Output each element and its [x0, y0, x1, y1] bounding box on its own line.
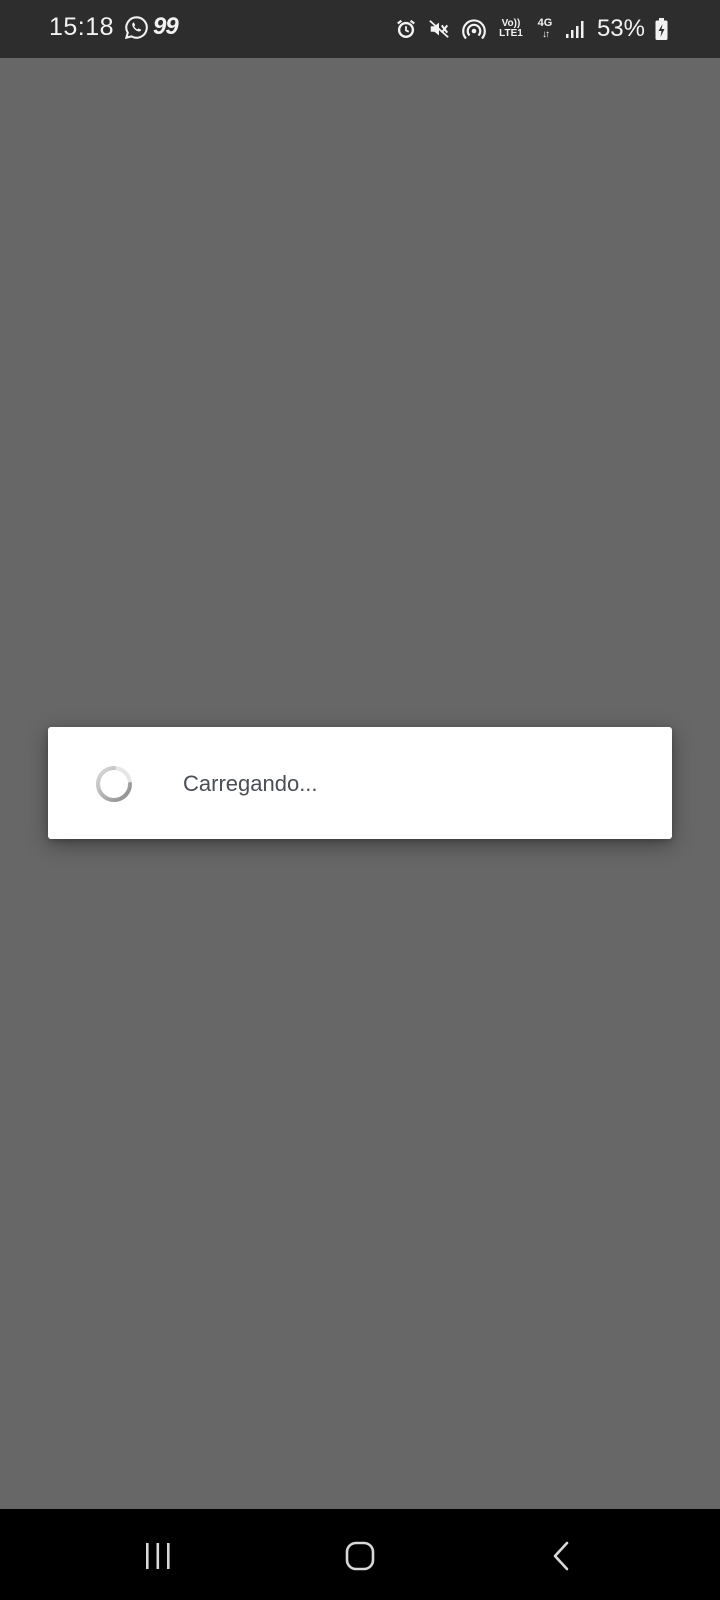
loading-spinner-icon: [96, 766, 132, 802]
mute-icon: [429, 20, 449, 38]
network-type-label: 4G: [537, 17, 553, 29]
alarm-icon: [397, 19, 415, 38]
battery-charging-icon: [655, 18, 668, 40]
signal-icon: [565, 21, 584, 38]
lte-label: LTE1: [499, 28, 523, 39]
whatsapp-icon: [124, 16, 148, 40]
data-activity-icon: ↓↑: [541, 29, 550, 40]
back-icon: [553, 1541, 569, 1571]
status-bar: 15:18 99 Vo)) LTE1 4G ↓↑ 53%: [0, 0, 720, 58]
loading-message: Carregando...: [183, 771, 318, 796]
hotspot-icon: [462, 19, 486, 40]
status-time: 15:18: [49, 13, 115, 41]
recents-button[interactable]: [128, 1531, 188, 1581]
recents-icon: [146, 1543, 170, 1569]
battery-percent: 53%: [596, 15, 645, 42]
navigation-bar: [0, 1509, 720, 1600]
home-icon: [345, 1541, 375, 1571]
network-type-indicator: 4G ↓↑: [535, 17, 555, 41]
status-icons: Vo)) LTE1 4G ↓↑ 53%: [395, 14, 668, 44]
back-button[interactable]: [532, 1531, 592, 1581]
volte-indicator: Vo)) LTE1: [497, 19, 525, 39]
loading-dialog: [48, 727, 672, 839]
notification-badge: 99: [153, 13, 179, 40]
home-button[interactable]: [330, 1531, 390, 1581]
